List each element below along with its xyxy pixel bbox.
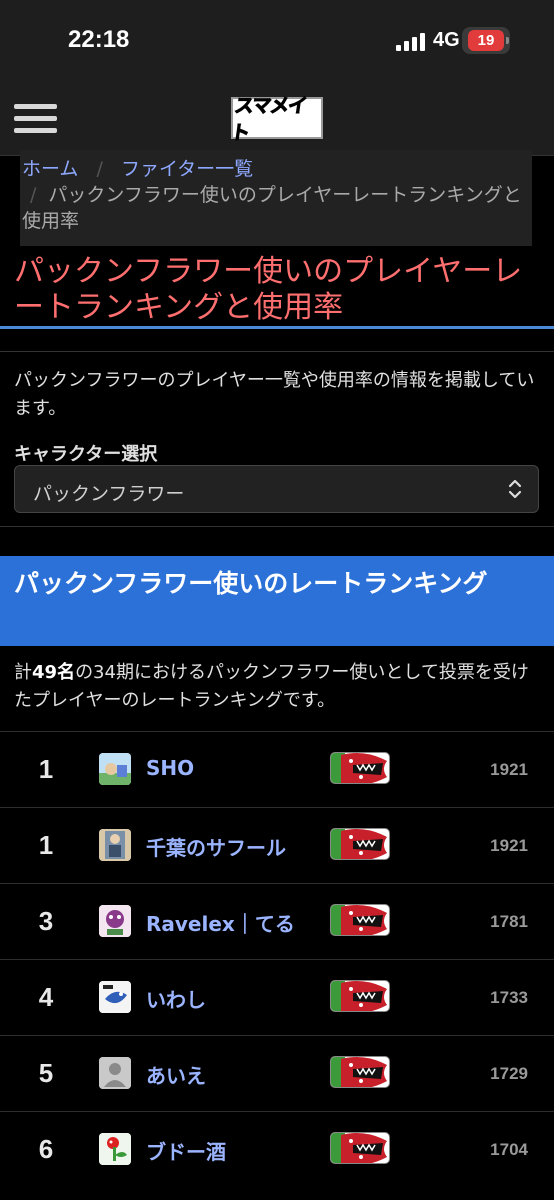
ranking-row[interactable]: 4 いわし 1733: [0, 959, 554, 1035]
ranking-row[interactable]: 1 SHO 1921: [0, 731, 554, 807]
player-name-link[interactable]: 千葉のサフール: [146, 832, 286, 861]
rank-number: 1: [38, 830, 54, 860]
summary-body: の34期におけるパックンフラワー使いとして投票を受けたプレイヤーのレートランキン…: [14, 662, 529, 711]
player-rating: 1733: [490, 988, 528, 1007]
character-select-value: パックンフラワー: [33, 483, 185, 505]
hamburger-menu-icon[interactable]: [14, 104, 57, 134]
piranha-plant-fighter-icon: [330, 1056, 390, 1088]
default-user-avatar-icon[interactable]: [99, 1057, 131, 1089]
player-avatar[interactable]: [99, 905, 131, 937]
title-underline: [0, 326, 554, 329]
player-avatar[interactable]: [99, 1133, 131, 1165]
status-bar: 22:18 4G 19: [0, 0, 554, 80]
updown-chevron-icon: [508, 479, 522, 499]
character-select[interactable]: パックンフラワー: [14, 465, 539, 513]
breadcrumb-current: / パックンフラワー使いのプレイヤーレートランキングと使用率: [22, 182, 527, 234]
rank-number: 3: [38, 906, 54, 936]
site-logo[interactable]: スマメイト: [229, 95, 323, 145]
status-time: 22:18: [68, 26, 130, 53]
piranha-plant-fighter-icon: [330, 828, 390, 860]
ranking-section-title: パックンフラワー使いのレートランキング: [14, 569, 488, 598]
page-title: パックンフラワー使いのプレイヤーレートランキングと使用率: [14, 254, 523, 325]
player-avatar[interactable]: [99, 753, 131, 785]
network-type: 4G: [433, 29, 460, 51]
player-avatar[interactable]: [99, 829, 131, 861]
breadcrumb-home-link[interactable]: ホーム: [22, 158, 78, 180]
player-rating: 1781: [490, 912, 528, 931]
breadcrumb: ホーム / ファイター一覧 / パックンフラワー使いのプレイヤーレートランキングと…: [20, 150, 532, 246]
ranking-row[interactable]: 5 あいえ 1729: [0, 1035, 554, 1111]
player-name-link[interactable]: Ravelex｜てる: [146, 908, 295, 937]
divider: [0, 351, 554, 352]
ranking-row[interactable]: 3 Ravelex｜てる 1781: [0, 883, 554, 959]
piranha-plant-fighter-icon: [330, 980, 390, 1012]
site-header: スマメイト: [0, 80, 554, 156]
ranking-section-banner: パックンフラワー使いのレートランキング: [0, 556, 554, 646]
piranha-plant-fighter-icon: [330, 1132, 390, 1164]
divider: [0, 526, 554, 527]
ranking-summary: 計49名の34期におけるパックンフラワー使いとして投票を受けたプレイヤーのレート…: [14, 659, 544, 715]
player-rating: 1921: [490, 836, 528, 855]
player-name-link[interactable]: ブドー酒: [146, 1136, 226, 1165]
breadcrumb-separator: /: [96, 158, 103, 180]
player-rating: 1729: [490, 1064, 528, 1083]
ranking-table: 1 SHO 1921 1 千葉のサフール 1921 3 Ravelex｜てる 1…: [0, 731, 554, 1187]
piranha-plant-fighter-icon: [330, 904, 390, 936]
player-name-link[interactable]: SHO: [146, 756, 194, 780]
player-name-link[interactable]: あいえ: [146, 1060, 206, 1089]
rank-number: 4: [38, 982, 54, 1012]
breadcrumb-fighter-list-link[interactable]: ファイター一覧: [121, 158, 253, 180]
ranking-row[interactable]: 6 ブドー酒 1704: [0, 1111, 554, 1187]
logo-text: スマメイト: [229, 95, 308, 145]
rank-number: 6: [38, 1134, 54, 1164]
player-rating: 1704: [490, 1140, 528, 1159]
breadcrumb-separator: /: [30, 184, 37, 206]
piranha-plant-fighter-icon: [330, 752, 390, 784]
summary-prefix: 計: [14, 662, 32, 683]
rank-number: 1: [38, 754, 54, 784]
player-name-link[interactable]: いわし: [146, 984, 206, 1013]
character-select-label: キャラクター選択: [14, 444, 158, 465]
cellular-signal-icon: [396, 33, 428, 51]
battery-icon: 19: [468, 30, 509, 51]
breadcrumb-current-label: パックンフラワー使いのプレイヤーレートランキングと使用率: [22, 184, 522, 232]
ranking-row[interactable]: 1 千葉のサフール 1921: [0, 807, 554, 883]
player-avatar[interactable]: [99, 981, 131, 1013]
rank-number: 5: [38, 1058, 54, 1088]
intro-text: パックンフラワーのプレイヤー一覧や使用率の情報を掲載しています。: [14, 370, 535, 419]
summary-count: 49名: [32, 662, 76, 683]
player-rating: 1921: [490, 760, 528, 779]
